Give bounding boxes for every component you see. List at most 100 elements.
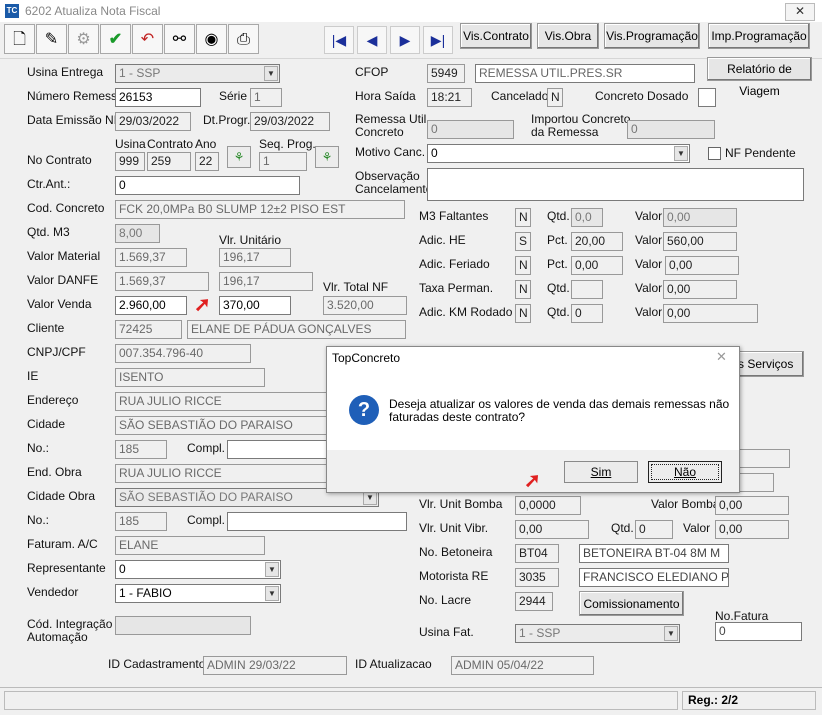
edit-pen-icon[interactable]: ✎ xyxy=(36,24,67,54)
vlr-total-nf-field[interactable]: 3.520,00 xyxy=(323,296,407,315)
relatorio-viagem-button[interactable]: Relatório de Viagem xyxy=(707,57,812,98)
adic-he-valor-field[interactable]: 560,00 xyxy=(663,232,737,251)
cod-concreto-field[interactable]: FCK 20,0MPa B0 SLUMP 12±2 PISO EST xyxy=(115,200,405,219)
valor-material-unit-field[interactable]: 196,17 xyxy=(219,248,291,267)
nf-pendente-checkbox[interactable] xyxy=(708,147,721,160)
valor-danfe-unit-field[interactable]: 196,17 xyxy=(219,272,313,291)
adic-km-valor-field[interactable]: 0,00 xyxy=(663,304,758,323)
chevron-down-icon[interactable]: ▼ xyxy=(664,626,678,641)
betoneira-desc-field[interactable]: BETONEIRA BT-04 8M M xyxy=(579,544,729,563)
vis-programacao-button[interactable]: Vis.Programação xyxy=(604,23,700,49)
previous-record-button[interactable]: ◀ xyxy=(357,26,387,54)
cliente-code-field[interactable]: 72425 xyxy=(115,320,182,339)
next-record-button[interactable]: ▶ xyxy=(390,26,420,54)
first-record-button[interactable]: |◀ xyxy=(324,26,354,54)
chevron-down-icon[interactable]: ▼ xyxy=(674,146,688,161)
compl1-field[interactable] xyxy=(227,440,327,459)
adic-feriado-valor-field[interactable]: 0,00 xyxy=(665,256,739,275)
serie-field[interactable]: 1 xyxy=(250,88,282,107)
contrato-number-field[interactable]: 259 xyxy=(147,152,191,171)
settings-icon[interactable]: ⚙ xyxy=(68,24,99,54)
no1-field[interactable]: 185 xyxy=(115,440,167,459)
motorista-code-field[interactable]: 3035 xyxy=(515,568,559,587)
hora-saida-field[interactable]: 18:21 xyxy=(427,88,472,107)
taxa-perman-flag[interactable]: N xyxy=(515,280,531,299)
undo-icon[interactable]: ↶ xyxy=(132,24,163,54)
compl2-field[interactable] xyxy=(227,512,407,531)
adic-he-pct-field[interactable]: 20,00 xyxy=(571,232,623,251)
cnpj-field[interactable]: 007.354.796-40 xyxy=(115,344,251,363)
endereco-field[interactable]: RUA JULIO RICCE xyxy=(115,392,327,411)
seq-prog-field[interactable]: 1 xyxy=(259,152,307,171)
vlr-unit-vibr-field[interactable]: 0,00 xyxy=(515,520,589,539)
cidade-field[interactable]: SÃO SEBASTIÃO DO PARAISO xyxy=(115,416,327,435)
chevron-down-icon[interactable]: ▼ xyxy=(265,562,279,577)
representante-select[interactable]: 0 ▼ xyxy=(115,560,281,579)
id-cadastramento-field[interactable]: ADMIN 29/03/22 xyxy=(203,656,347,675)
ie-field[interactable]: ISENTO xyxy=(115,368,265,387)
contrato-usina-field[interactable]: 999 xyxy=(115,152,145,171)
seq-prog-lookup-icon[interactable]: ⚘ xyxy=(315,146,339,168)
vibr-qtd-field[interactable]: 0 xyxy=(635,520,673,539)
no-fatura-field[interactable]: 0 xyxy=(715,622,802,641)
betoneira-code-field[interactable]: BT04 xyxy=(515,544,559,563)
adic-feriado-flag[interactable]: N xyxy=(515,256,531,275)
cancelado-field[interactable]: N xyxy=(547,88,563,107)
motivo-canc-select[interactable]: 0 ▼ xyxy=(427,144,690,163)
chevron-down-icon[interactable]: ▼ xyxy=(265,586,279,601)
valor-venda-field[interactable]: 2.960,00 xyxy=(115,296,187,315)
sim-button[interactable]: Sim xyxy=(564,461,638,483)
motorista-name-field[interactable]: FRANCISCO ELEDIANO P xyxy=(579,568,729,587)
vibr-valor-field[interactable]: 0,00 xyxy=(715,520,789,539)
adic-feriado-pct-field[interactable]: 0,00 xyxy=(571,256,623,275)
numero-remessa-field[interactable]: 26153 xyxy=(115,88,201,107)
printer-icon[interactable]: ⎙ xyxy=(228,24,259,54)
dialog-close-button[interactable]: ✕ xyxy=(716,349,727,365)
vis-obra-button[interactable]: Vis.Obra xyxy=(537,23,599,49)
nao-button[interactable]: Não xyxy=(648,461,722,483)
m3-faltantes-flag[interactable]: N xyxy=(515,208,531,227)
id-atualizacao-field[interactable]: ADMIN 05/04/22 xyxy=(451,656,594,675)
cfop-code-field[interactable]: 5949 xyxy=(427,64,465,83)
valor-bomba-field[interactable]: 0,00 xyxy=(715,496,789,515)
dt-prog-field[interactable]: 29/03/2022 xyxy=(250,112,330,131)
save-check-icon[interactable]: ✔ xyxy=(100,24,131,54)
binoculars-search-icon[interactable]: ⚯ xyxy=(164,24,195,54)
cliente-name-field[interactable]: ELANE DE PÁDUA GONÇALVES xyxy=(187,320,406,339)
observacao-field[interactable] xyxy=(427,168,804,201)
taxa-perman-valor-field[interactable]: 0,00 xyxy=(663,280,737,299)
valor-danfe-field[interactable]: 1.569,37 xyxy=(115,272,209,291)
vlr-unit-bomba-field[interactable]: 0,0000 xyxy=(515,496,581,515)
imp-programacao-button[interactable]: Imp.Programação xyxy=(708,23,810,49)
window-close-button[interactable]: ✕ xyxy=(785,3,815,21)
usina-fat-select[interactable]: 1 - SSP ▼ xyxy=(515,624,680,643)
cod-integracao-field[interactable] xyxy=(115,616,251,635)
adic-km-flag[interactable]: N xyxy=(515,304,531,323)
contrato-ano-field[interactable]: 22 xyxy=(195,152,219,171)
faturam-field[interactable]: ELANE xyxy=(115,536,265,555)
vendedor-select[interactable]: 1 - FABIO ▼ xyxy=(115,584,281,603)
end-obra-field[interactable]: RUA JULIO RICCE xyxy=(115,464,327,483)
m3-faltantes-qtd-field[interactable]: 0,0 xyxy=(571,208,603,227)
vis-contrato-button[interactable]: Vis.Contrato xyxy=(460,23,532,49)
data-emissao-field[interactable]: 29/03/2022 xyxy=(115,112,191,131)
concreto-dosado-field[interactable] xyxy=(698,88,716,107)
taxa-perman-qtd-field[interactable] xyxy=(571,280,603,299)
lacre-field[interactable]: 2944 xyxy=(515,592,553,611)
remessa-util-field[interactable]: 0 xyxy=(427,120,514,139)
chevron-down-icon[interactable]: ▼ xyxy=(264,66,278,81)
valor-venda-unit-field[interactable]: 370,00 xyxy=(219,296,291,315)
valor-material-field[interactable]: 1.569,37 xyxy=(115,248,187,267)
no2-field[interactable]: 185 xyxy=(115,512,167,531)
adic-he-flag[interactable]: S xyxy=(515,232,531,251)
ctr-ant-field[interactable]: 0 xyxy=(115,176,300,195)
usina-entrega-select[interactable]: 1 - SSP ▼ xyxy=(115,64,280,83)
scanner-icon[interactable]: ◉ xyxy=(196,24,227,54)
cfop-desc-field[interactable]: REMESSA UTIL.PRES.SR xyxy=(475,64,695,83)
m3-faltantes-valor-field[interactable]: 0,00 xyxy=(663,208,737,227)
qtd-m3-field[interactable]: 8,00 xyxy=(115,224,160,243)
new-document-icon[interactable]: 🗋 xyxy=(4,24,35,54)
last-record-button[interactable]: ▶| xyxy=(423,26,453,54)
importou-field[interactable]: 0 xyxy=(627,120,715,139)
contrato-lookup-icon[interactable]: ⚘ xyxy=(227,146,251,168)
